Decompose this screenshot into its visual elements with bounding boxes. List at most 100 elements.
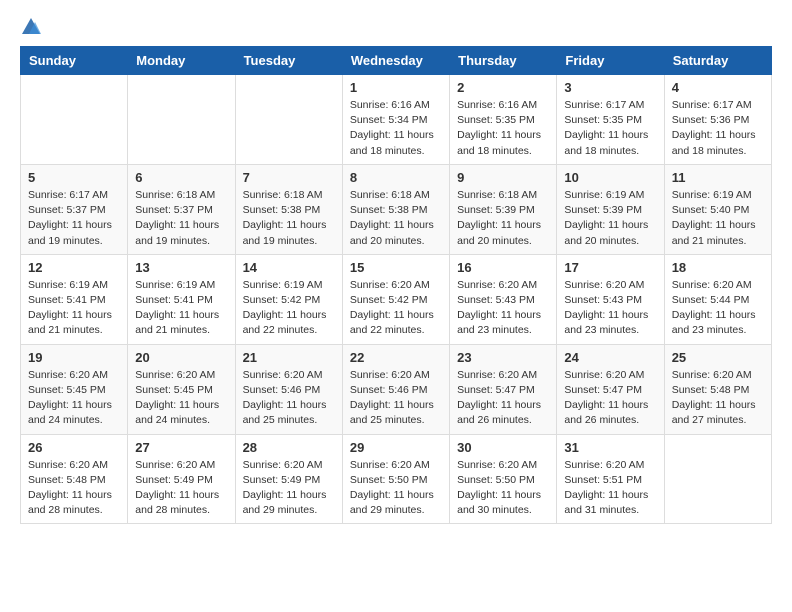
calendar-cell: 3 Sunrise: 6:17 AMSunset: 5:35 PMDaylight… — [557, 75, 664, 165]
calendar-cell: 1 Sunrise: 6:16 AMSunset: 5:34 PMDaylight… — [342, 75, 449, 165]
weekday-header-monday: Monday — [128, 47, 235, 75]
page: SundayMondayTuesdayWednesdayThursdayFrid… — [0, 0, 792, 612]
day-number: 2 — [457, 80, 549, 95]
day-info: Sunrise: 6:18 AMSunset: 5:38 PMDaylight:… — [350, 188, 442, 249]
weekday-header-sunday: Sunday — [21, 47, 128, 75]
calendar-cell: 25 Sunrise: 6:20 AMSunset: 5:48 PMDayligh… — [664, 344, 771, 434]
day-number: 12 — [28, 260, 120, 275]
day-info: Sunrise: 6:20 AMSunset: 5:48 PMDaylight:… — [28, 458, 120, 519]
calendar-cell — [21, 75, 128, 165]
calendar-cell: 21Sunrise: 6:20 AMSunset: 5:46 PMDayligh… — [235, 344, 342, 434]
day-info: Sunrise: 6:20 AMSunset: 5:47 PMDaylight:… — [564, 368, 656, 429]
day-number: 22 — [350, 350, 442, 365]
day-number: 10 — [564, 170, 656, 185]
calendar-cell: 7 Sunrise: 6:18 AMSunset: 5:38 PMDaylight… — [235, 164, 342, 254]
day-number: 27 — [135, 440, 227, 455]
day-info: Sunrise: 6:16 AMSunset: 5:34 PMDaylight:… — [350, 98, 442, 159]
day-number: 25 — [672, 350, 764, 365]
weekday-header-friday: Friday — [557, 47, 664, 75]
day-info: Sunrise: 6:19 AMSunset: 5:42 PMDaylight:… — [243, 278, 335, 339]
day-number: 23 — [457, 350, 549, 365]
day-info: Sunrise: 6:20 AMSunset: 5:46 PMDaylight:… — [243, 368, 335, 429]
calendar-cell: 4 Sunrise: 6:17 AMSunset: 5:36 PMDaylight… — [664, 75, 771, 165]
calendar-cell: 20 Sunrise: 6:20 AMSunset: 5:45 PMDayligh… — [128, 344, 235, 434]
day-info: Sunrise: 6:16 AMSunset: 5:35 PMDaylight:… — [457, 98, 549, 159]
day-info: Sunrise: 6:20 AMSunset: 5:45 PMDaylight:… — [135, 368, 227, 429]
calendar-cell: 9 Sunrise: 6:18 AMSunset: 5:39 PMDaylight… — [450, 164, 557, 254]
calendar-cell: 30 Sunrise: 6:20 AMSunset: 5:50 PMDayligh… — [450, 434, 557, 524]
day-info: Sunrise: 6:20 AMSunset: 5:47 PMDaylight:… — [457, 368, 549, 429]
day-info: Sunrise: 6:18 AMSunset: 5:39 PMDaylight:… — [457, 188, 549, 249]
day-info: Sunrise: 6:20 AMSunset: 5:42 PMDaylight:… — [350, 278, 442, 339]
weekday-header-wednesday: Wednesday — [342, 47, 449, 75]
calendar-cell: 26 Sunrise: 6:20 AMSunset: 5:48 PMDayligh… — [21, 434, 128, 524]
calendar-cell — [235, 75, 342, 165]
calendar-cell: 28 Sunrise: 6:20 AMSunset: 5:49 PMDayligh… — [235, 434, 342, 524]
day-number: 5 — [28, 170, 120, 185]
day-number: 9 — [457, 170, 549, 185]
day-info: Sunrise: 6:20 AMSunset: 5:49 PMDaylight:… — [243, 458, 335, 519]
calendar-cell: 2 Sunrise: 6:16 AMSunset: 5:35 PMDaylight… — [450, 75, 557, 165]
calendar-cell: 31 Sunrise: 6:20 AMSunset: 5:51 PMDayligh… — [557, 434, 664, 524]
calendar-cell: 8Sunrise: 6:18 AMSunset: 5:38 PMDaylight… — [342, 164, 449, 254]
calendar-cell: 22 Sunrise: 6:20 AMSunset: 5:46 PMDayligh… — [342, 344, 449, 434]
logo — [20, 16, 42, 36]
day-number: 24 — [564, 350, 656, 365]
day-info: Sunrise: 6:17 AMSunset: 5:37 PMDaylight:… — [28, 188, 120, 249]
calendar-cell: 29 Sunrise: 6:20 AMSunset: 5:50 PMDayligh… — [342, 434, 449, 524]
day-number: 16 — [457, 260, 549, 275]
day-number: 3 — [564, 80, 656, 95]
day-number: 30 — [457, 440, 549, 455]
day-number: 4 — [672, 80, 764, 95]
calendar-cell: 18 Sunrise: 6:20 AMSunset: 5:44 PMDayligh… — [664, 254, 771, 344]
calendar-cell: 15 Sunrise: 6:20 AMSunset: 5:42 PMDayligh… — [342, 254, 449, 344]
day-info: Sunrise: 6:20 AMSunset: 5:49 PMDaylight:… — [135, 458, 227, 519]
calendar-cell: 14Sunrise: 6:19 AMSunset: 5:42 PMDayligh… — [235, 254, 342, 344]
calendar-cell: 16 Sunrise: 6:20 AMSunset: 5:43 PMDayligh… — [450, 254, 557, 344]
day-info: Sunrise: 6:19 AMSunset: 5:39 PMDaylight:… — [564, 188, 656, 249]
day-number: 6 — [135, 170, 227, 185]
calendar-cell — [664, 434, 771, 524]
day-info: Sunrise: 6:20 AMSunset: 5:44 PMDaylight:… — [672, 278, 764, 339]
calendar-cell: 19Sunrise: 6:20 AMSunset: 5:45 PMDayligh… — [21, 344, 128, 434]
day-info: Sunrise: 6:20 AMSunset: 5:43 PMDaylight:… — [457, 278, 549, 339]
day-info: Sunrise: 6:19 AMSunset: 5:41 PMDaylight:… — [135, 278, 227, 339]
day-info: Sunrise: 6:20 AMSunset: 5:46 PMDaylight:… — [350, 368, 442, 429]
day-info: Sunrise: 6:19 AMSunset: 5:40 PMDaylight:… — [672, 188, 764, 249]
day-info: Sunrise: 6:20 AMSunset: 5:48 PMDaylight:… — [672, 368, 764, 429]
calendar-cell: 6 Sunrise: 6:18 AMSunset: 5:37 PMDaylight… — [128, 164, 235, 254]
day-info: Sunrise: 6:19 AMSunset: 5:41 PMDaylight:… — [28, 278, 120, 339]
day-number: 11 — [672, 170, 764, 185]
day-number: 31 — [564, 440, 656, 455]
day-info: Sunrise: 6:20 AMSunset: 5:50 PMDaylight:… — [350, 458, 442, 519]
day-info: Sunrise: 6:20 AMSunset: 5:51 PMDaylight:… — [564, 458, 656, 519]
calendar-cell: 23 Sunrise: 6:20 AMSunset: 5:47 PMDayligh… — [450, 344, 557, 434]
day-number: 29 — [350, 440, 442, 455]
calendar-cell: 17Sunrise: 6:20 AMSunset: 5:43 PMDayligh… — [557, 254, 664, 344]
day-number: 26 — [28, 440, 120, 455]
calendar-cell — [128, 75, 235, 165]
day-info: Sunrise: 6:20 AMSunset: 5:50 PMDaylight:… — [457, 458, 549, 519]
calendar-cell: 13Sunrise: 6:19 AMSunset: 5:41 PMDayligh… — [128, 254, 235, 344]
day-info: Sunrise: 6:18 AMSunset: 5:37 PMDaylight:… — [135, 188, 227, 249]
day-number: 7 — [243, 170, 335, 185]
day-number: 28 — [243, 440, 335, 455]
weekday-header-thursday: Thursday — [450, 47, 557, 75]
header — [20, 16, 772, 36]
calendar-cell: 5 Sunrise: 6:17 AMSunset: 5:37 PMDaylight… — [21, 164, 128, 254]
calendar: SundayMondayTuesdayWednesdayThursdayFrid… — [20, 46, 772, 524]
logo-icon — [20, 16, 42, 38]
day-info: Sunrise: 6:17 AMSunset: 5:35 PMDaylight:… — [564, 98, 656, 159]
calendar-cell: 11 Sunrise: 6:19 AMSunset: 5:40 PMDayligh… — [664, 164, 771, 254]
day-info: Sunrise: 6:18 AMSunset: 5:38 PMDaylight:… — [243, 188, 335, 249]
day-number: 18 — [672, 260, 764, 275]
day-info: Sunrise: 6:17 AMSunset: 5:36 PMDaylight:… — [672, 98, 764, 159]
day-number: 1 — [350, 80, 442, 95]
calendar-cell: 10 Sunrise: 6:19 AMSunset: 5:39 PMDayligh… — [557, 164, 664, 254]
calendar-cell: 24 Sunrise: 6:20 AMSunset: 5:47 PMDayligh… — [557, 344, 664, 434]
day-number: 20 — [135, 350, 227, 365]
weekday-header-tuesday: Tuesday — [235, 47, 342, 75]
calendar-cell: 27 Sunrise: 6:20 AMSunset: 5:49 PMDayligh… — [128, 434, 235, 524]
day-number: 15 — [350, 260, 442, 275]
weekday-header-saturday: Saturday — [664, 47, 771, 75]
